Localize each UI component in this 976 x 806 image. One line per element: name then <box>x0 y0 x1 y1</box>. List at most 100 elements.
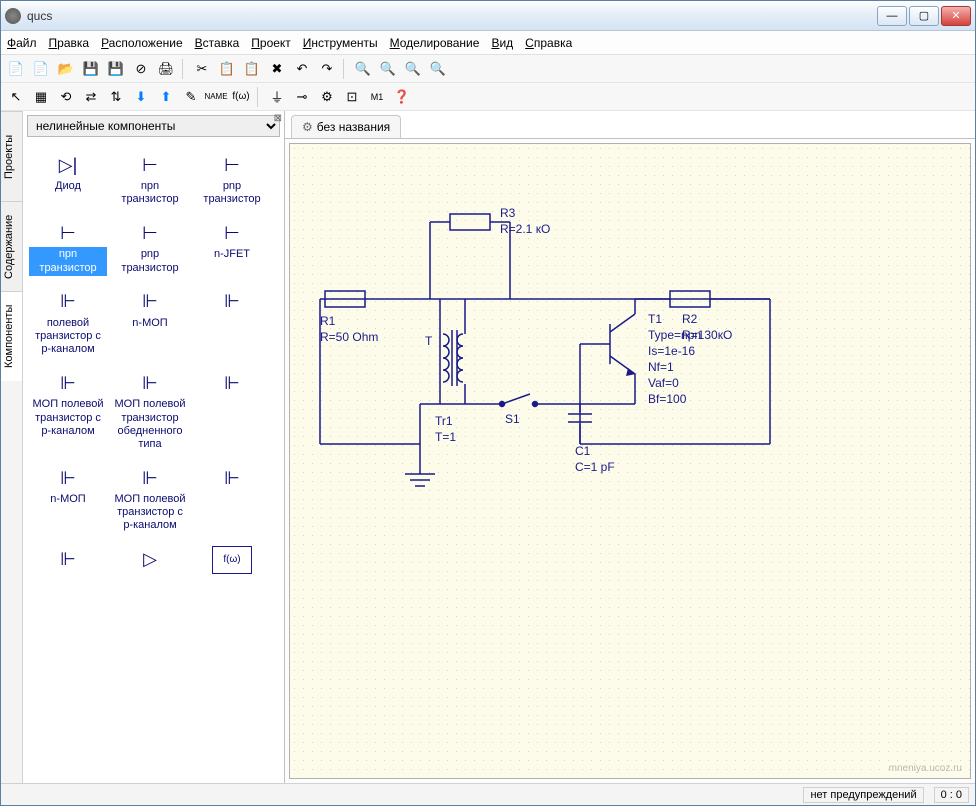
menu-project[interactable]: Проект <box>251 36 291 50</box>
comp-depmosfet[interactable]: ⊩МОП полевой транзистор обедненного типа <box>109 365 191 456</box>
redo-icon[interactable]: ↷ <box>316 58 338 80</box>
content: Проекты Содержание Компоненты ⊠ нелинейн… <box>1 111 975 783</box>
mirror-y-icon[interactable]: ⇅ <box>105 86 127 108</box>
save-all-icon[interactable]: 💾 <box>105 58 127 80</box>
comp-x2[interactable]: ⊩ <box>191 365 273 456</box>
toolbar-2: ↖ ▦ ⟲ ⇄ ⇅ ⬇ ⬆ ✎ NAME f(ω) ⏚ ⊸ ⚙ ⊡ M1 ❓ <box>1 83 975 111</box>
paste-icon[interactable]: 📋 <box>241 58 263 80</box>
comp-pfet[interactable]: ⊩полевой транзистор с p-каналом <box>27 284 109 362</box>
lbl-t: T <box>425 334 432 348</box>
menu-tools[interactable]: Инструменты <box>303 36 378 50</box>
comp-nmos2[interactable]: ⊩n-МОП <box>27 460 109 538</box>
lbl-r2-name: R2 <box>682 312 697 326</box>
delete-icon[interactable]: ✖ <box>266 58 288 80</box>
comp-x1[interactable]: ⊩ <box>191 284 273 362</box>
lbl-c1-val: C=1 pF <box>575 460 615 474</box>
comp-pnp[interactable]: ⊢pnp транзистор <box>191 147 273 211</box>
lbl-r1-val: R=50 Ohm <box>320 330 378 344</box>
comp-pnp2[interactable]: ⊢pnp транзистор <box>109 215 191 279</box>
menu-help[interactable]: Справка <box>525 36 572 50</box>
menu-file[interactable]: Файл <box>7 36 37 50</box>
help-icon[interactable]: ❓ <box>391 86 413 108</box>
zoom-1-icon[interactable]: 🔍 <box>427 58 449 80</box>
equation-icon[interactable]: f(ω) <box>230 86 252 108</box>
lbl-t1-p4: Vaf=0 <box>648 376 679 390</box>
zoom-out-icon[interactable]: 🔍 <box>377 58 399 80</box>
save-icon[interactable]: 💾 <box>80 58 102 80</box>
menu-insert[interactable]: Вставка <box>195 36 240 50</box>
menubar: Файл Правка Расположение Вставка Проект … <box>1 31 975 55</box>
lbl-r1-name: R1 <box>320 314 335 328</box>
grid-icon[interactable]: ▦ <box>30 86 52 108</box>
copy-icon[interactable]: 📋 <box>216 58 238 80</box>
select-icon[interactable]: ↖ <box>5 86 27 108</box>
zoom-fit-icon[interactable]: 🔍 <box>402 58 424 80</box>
status-coords: 0 : 0 <box>934 787 969 803</box>
lbl-r3-val: R=2.1 кО <box>500 222 550 236</box>
lbl-r3-name: R3 <box>500 206 515 220</box>
lbl-s1: S1 <box>505 412 520 426</box>
rotate-icon[interactable]: ⟲ <box>55 86 77 108</box>
gear-icon: ⚙ <box>302 120 313 134</box>
minimize-button[interactable]: — <box>877 6 907 26</box>
arrow-down-icon[interactable]: ⬇ <box>130 86 152 108</box>
comp-pmosfet[interactable]: ⊩МОП полевой транзистор с p-каналом <box>27 365 109 456</box>
menu-edit[interactable]: Правка <box>49 36 90 50</box>
new-doc-icon[interactable]: 📄 <box>30 58 52 80</box>
component-grid: ▷|Диод ⊢npn транзистор ⊢pnp транзистор ⊢… <box>23 141 284 783</box>
tab-components[interactable]: Компоненты <box>1 291 22 381</box>
schematic-svg <box>290 144 971 644</box>
comp-opamp[interactable]: ▷ <box>109 542 191 580</box>
undo-icon[interactable]: ↶ <box>291 58 313 80</box>
side-tabs: Проекты Содержание Компоненты <box>1 111 23 783</box>
print-icon[interactable]: 🖨 <box>155 58 177 80</box>
schematic-canvas[interactable]: R3 R=2.1 кО R1 R=50 Ohm T Tr1 T=1 S1 C1 … <box>289 143 971 779</box>
doc-tabs: ⚙ без названия <box>285 111 975 139</box>
tab-contents[interactable]: Содержание <box>1 201 22 291</box>
window-title: qucs <box>27 9 877 23</box>
marker-icon[interactable]: M1 <box>366 86 388 108</box>
mirror-x-icon[interactable]: ⇄ <box>80 86 102 108</box>
open-icon[interactable]: 📂 <box>55 58 77 80</box>
titlebar: qucs — ▢ ✕ <box>1 1 975 31</box>
lbl-r2-val: R=130кО <box>682 328 732 342</box>
category-select[interactable]: нелинейные компоненты <box>27 115 280 137</box>
status-warnings: нет предупреждений <box>803 787 923 803</box>
tab-projects[interactable]: Проекты <box>1 111 22 201</box>
toolbar-1: 📄 📄 📂 💾 💾 ⊘ 🖨 ✂ 📋 📋 ✖ ↶ ↷ 🔍 🔍 🔍 🔍 <box>1 55 975 83</box>
comp-eq[interactable]: f(ω) <box>191 542 273 580</box>
statusbar: нет предупреждений 0 : 0 <box>1 783 975 805</box>
doc-tab-untitled[interactable]: ⚙ без названия <box>291 115 401 138</box>
lbl-t1-name: T1 <box>648 312 662 326</box>
comp-njfet[interactable]: ⊢n-JFET <box>191 215 273 279</box>
comp-pmosfet2[interactable]: ⊩МОП полевой транзистор с p-каналом <box>109 460 191 538</box>
menu-view[interactable]: Вид <box>491 36 513 50</box>
comp-npn[interactable]: ⊢npn транзистор <box>109 147 191 211</box>
comp-nmos[interactable]: ⊩n-МОП <box>109 284 191 362</box>
lbl-t1-p3: Nf=1 <box>648 360 674 374</box>
comp-npn-sel[interactable]: ⊢npn транзистор <box>27 215 109 279</box>
ground-icon[interactable]: ⏚ <box>266 86 288 108</box>
new-icon[interactable]: 📄 <box>5 58 27 80</box>
lbl-tr1-val: T=1 <box>435 430 456 444</box>
zoom-in-icon[interactable]: 🔍 <box>352 58 374 80</box>
pencil-icon[interactable]: ✎ <box>180 86 202 108</box>
comp-diode[interactable]: ▷|Диод <box>27 147 109 211</box>
lbl-t1-p5: Bf=100 <box>648 392 686 406</box>
simulate-icon[interactable]: ⚙ <box>316 86 338 108</box>
maximize-button[interactable]: ▢ <box>909 6 939 26</box>
dc-icon[interactable]: ⊡ <box>341 86 363 108</box>
arrow-up-icon[interactable]: ⬆ <box>155 86 177 108</box>
lbl-t1-p2: Is=1e-16 <box>648 344 695 358</box>
comp-x3[interactable]: ⊩ <box>191 460 273 538</box>
menu-simulation[interactable]: Моделирование <box>390 36 480 50</box>
port-icon[interactable]: ⊸ <box>291 86 313 108</box>
menu-layout[interactable]: Расположение <box>101 36 183 50</box>
close-doc-icon[interactable]: ⊘ <box>130 58 152 80</box>
watermark: mneniya.ucoz.ru <box>889 763 962 774</box>
panel-close-icon[interactable]: ⊠ <box>274 113 282 124</box>
close-button[interactable]: ✕ <box>941 6 971 26</box>
comp-x4[interactable]: ⊩ <box>27 542 109 580</box>
name-icon[interactable]: NAME <box>205 86 227 108</box>
cut-icon[interactable]: ✂ <box>191 58 213 80</box>
